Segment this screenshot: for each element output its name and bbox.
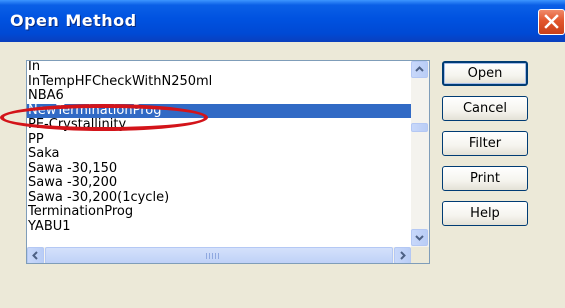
list-item[interactable]: NBA6 xyxy=(27,89,411,104)
chevron-up-icon xyxy=(415,66,424,72)
title-bar[interactable]: Open Method xyxy=(0,0,565,42)
horizontal-scrollbar[interactable] xyxy=(27,247,411,263)
list-item[interactable]: In xyxy=(27,61,411,75)
list-item[interactable]: Sawa -30,150 xyxy=(27,161,411,177)
open-method-dialog: Open Method In InTempHFCheckWithN250ml N… xyxy=(0,0,565,308)
open-button[interactable]: Open xyxy=(442,61,528,86)
vertical-scroll-thumb[interactable] xyxy=(411,123,428,132)
list-item[interactable]: InTempHFCheckWithN250ml xyxy=(27,74,411,90)
chevron-left-icon xyxy=(32,251,38,260)
list-item[interactable]: Saka xyxy=(27,147,411,162)
scrollbar-corner xyxy=(411,247,429,263)
horizontal-scroll-thumb[interactable] xyxy=(45,247,393,263)
scroll-down-button[interactable] xyxy=(411,229,428,246)
chevron-down-icon xyxy=(415,235,424,241)
list-item[interactable]: PE-Crystallinity xyxy=(27,118,411,133)
filter-button[interactable]: Filter xyxy=(442,131,528,156)
method-listbox[interactable]: In InTempHFCheckWithN250ml NBA6 NewTermi… xyxy=(26,60,430,264)
help-button[interactable]: Help xyxy=(442,201,528,226)
scroll-left-button[interactable] xyxy=(27,247,44,263)
list-item[interactable]: Sawa -30,200(1cycle) xyxy=(27,190,411,206)
list-item-selected[interactable]: NewTerminationProg xyxy=(27,103,411,118)
scroll-grip-icon xyxy=(206,253,220,259)
chevron-right-icon xyxy=(400,251,406,260)
vertical-scrollbar[interactable] xyxy=(411,61,429,247)
list-item[interactable]: PP xyxy=(27,132,411,148)
scroll-right-button[interactable] xyxy=(394,247,411,263)
close-icon xyxy=(544,14,559,29)
close-button[interactable] xyxy=(538,9,565,35)
scroll-up-button[interactable] xyxy=(411,61,428,78)
list-item[interactable]: Sawa -30,200 xyxy=(27,176,411,191)
list-item[interactable]: YABU1 xyxy=(27,219,411,235)
cancel-button[interactable]: Cancel xyxy=(442,96,528,121)
dialog-title: Open Method xyxy=(10,11,137,30)
method-list: In InTempHFCheckWithN250ml NBA6 NewTermi… xyxy=(27,61,411,246)
print-button[interactable]: Print xyxy=(442,166,528,191)
list-item[interactable]: TerminationProg xyxy=(27,205,411,220)
